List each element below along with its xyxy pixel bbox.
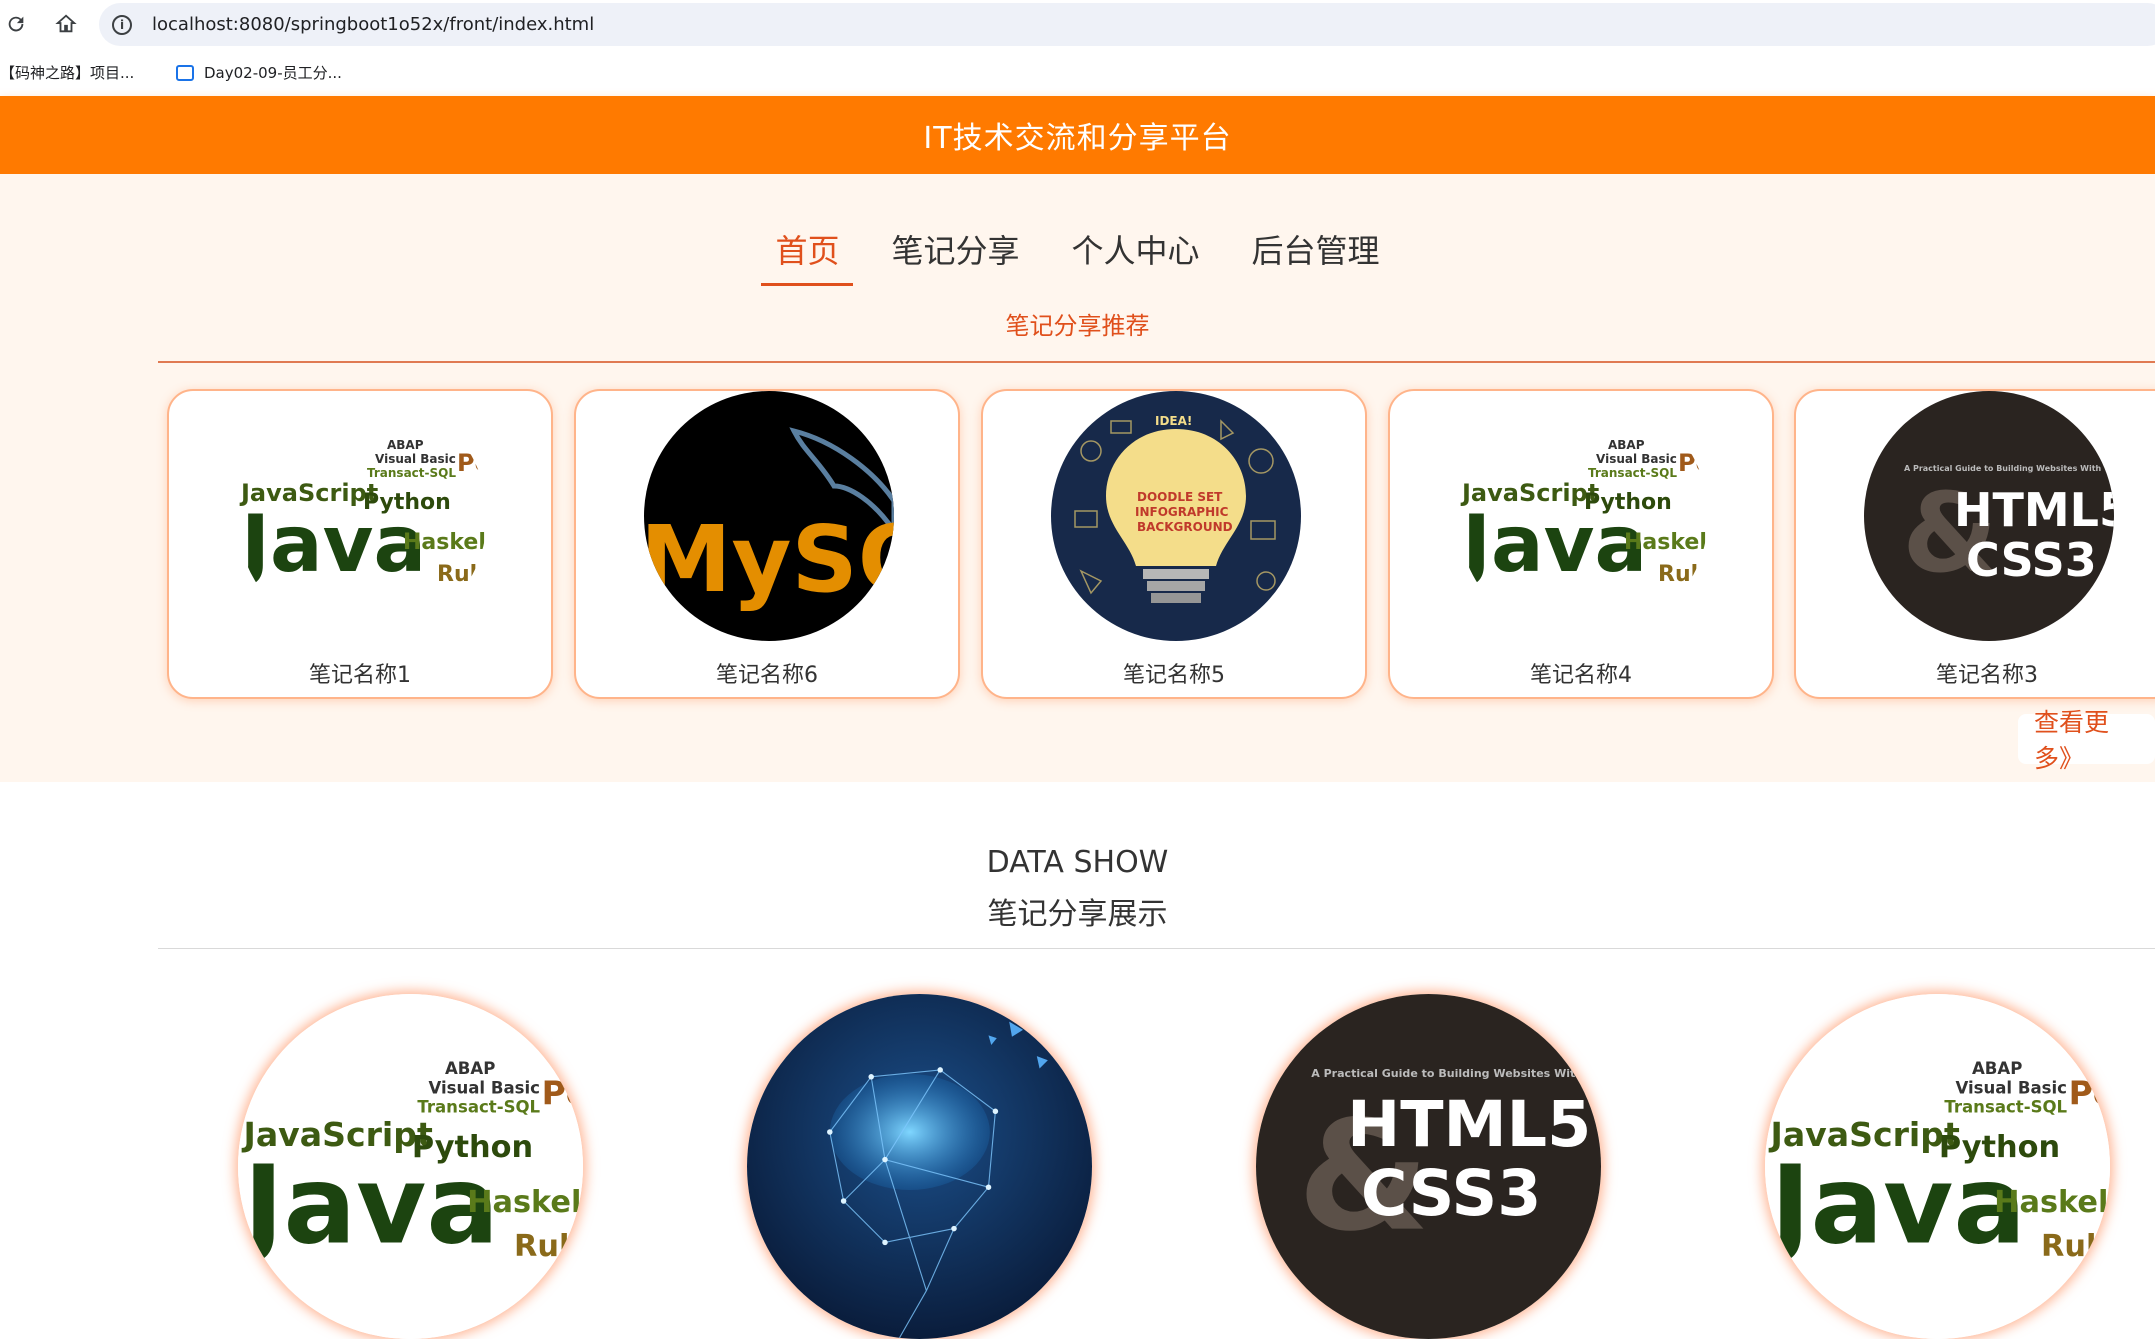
art-text: Perl (542, 1073, 583, 1112)
divider (158, 361, 2155, 363)
note-card-title: 笔记名称3 (1936, 663, 2038, 688)
note-card[interactable]: ABAP Visual Basic Transact-SQL JavaScrip… (1388, 389, 1774, 699)
recommend-section: 首页 笔记分享 个人中心 后台管理 笔记分享推荐 ABAP Visual Bas… (0, 174, 2155, 782)
bookmark-item[interactable]: Day02-09-员工分... (176, 62, 342, 83)
java-word-cloud-image: ABAP Visual Basic Transact-SQL JavaScrip… (1458, 391, 1708, 641)
art-text: Haskell (1994, 1185, 2110, 1220)
art-text: IDEA! (1155, 414, 1192, 428)
reload-icon[interactable] (2, 10, 30, 38)
browser-toolbar: i localhost:8080/springboot1o52x/front/i… (0, 0, 2155, 48)
note-card[interactable]: IDEA! DOODLE SET INFOGRAPHIC BACKGROUND … (981, 389, 1367, 699)
java-word-cloud-image: ABAP Visual Basic Transact-SQL JavaScrip… (237, 391, 487, 641)
art-text: HTML5 (1954, 483, 2114, 537)
recommend-title: 笔记分享推荐 (0, 312, 2155, 342)
art-text: INFOGRAPHIC (1135, 505, 1229, 519)
art-text: ABAP (445, 1059, 495, 1078)
art-text: Ruby (1658, 562, 1708, 587)
html5-css3-cover-image: A Practical Guide to Building Websites W… (1256, 994, 1601, 1339)
art-text: ABAP (387, 438, 424, 452)
note-card[interactable]: A Practical Guide to Building Websites W… (1794, 389, 2155, 699)
address-bar[interactable]: i localhost:8080/springboot1o52x/front/i… (99, 3, 2155, 46)
bookmark-item[interactable]: 【码神之路】项目... (0, 62, 134, 83)
note-card[interactable]: ABAP Visual Basic Transact-SQL JavaScrip… (167, 389, 553, 699)
art-text: CSS3 (1361, 1156, 1542, 1230)
note-card-title: 笔记名称1 (309, 663, 411, 688)
art-text: Haskell (403, 530, 487, 555)
bookmarks-bar: 【码神之路】项目... Day02-09-员工分... (0, 48, 2155, 96)
ai-brain-image (747, 994, 1092, 1339)
art-text: Haskell (467, 1185, 583, 1220)
recommend-title-text: 笔记分享推荐 (1005, 312, 1150, 340)
art-text: Transact-SQL (1944, 1098, 2067, 1117)
art-text: CSS3 (1966, 533, 2097, 587)
art-text: ABAP (1608, 438, 1645, 452)
art-text: Ruby (514, 1229, 583, 1264)
art-text: Visual Basic (428, 1078, 540, 1097)
art-text: BACKGROUND (1137, 520, 1233, 534)
mysql-logo-image: MySQL (644, 391, 894, 641)
tab-note-share[interactable]: 笔记分享 (877, 226, 1033, 286)
art-text: Perl (457, 449, 487, 477)
data-show-item[interactable] (747, 994, 1092, 1339)
art-text: Perl (2069, 1073, 2110, 1112)
art-text: Java (1458, 500, 1647, 590)
art-text: Transact-SQL (1588, 466, 1677, 480)
site-header: IT技术交流和分享平台 (0, 96, 2155, 174)
html5-css3-cover-image: A Practical Guide to Building Websites W… (1864, 391, 2114, 641)
bookmark-label: 【码神之路】项目... (0, 64, 135, 82)
note-card[interactable]: MySQL 笔记名称6 (574, 389, 960, 699)
art-text: Ruby (437, 562, 487, 587)
data-show-subtitle: 笔记分享展示 (987, 897, 1168, 932)
art-text: Transact-SQL (417, 1098, 540, 1117)
art-text: Java (238, 1143, 499, 1268)
art-text: Visual Basic (375, 452, 456, 466)
art-text: Transact-SQL (367, 466, 456, 480)
bilibili-icon (176, 64, 194, 81)
note-card-title: 笔记名称4 (1530, 663, 1632, 688)
tab-personal-center[interactable]: 个人中心 (1058, 226, 1214, 286)
site-title: IT技术交流和分享平台 (923, 121, 1232, 156)
art-text: ABAP (1972, 1059, 2022, 1078)
recommend-list: ABAP Visual Basic Transact-SQL JavaScrip… (0, 389, 2155, 701)
tab-admin[interactable]: 后台管理 (1238, 226, 1394, 286)
data-show-title: DATA SHOW (986, 845, 1169, 880)
java-word-cloud-image: ABAP Visual Basic Transact-SQL JavaScrip… (238, 994, 583, 1339)
home-icon[interactable] (52, 10, 80, 38)
art-text: Ruby (2041, 1229, 2110, 1264)
doodle-lightbulb-image: IDEA! DOODLE SET INFOGRAPHIC BACKGROUND (1051, 391, 1301, 641)
data-show-item[interactable]: ABAP Visual Basic Transact-SQL JavaScrip… (1765, 994, 2110, 1339)
art-text: MySQL (644, 506, 894, 613)
bookmark-label: Day02-09-员工分... (204, 64, 342, 82)
view-more-button[interactable]: 查看更多》 (2018, 708, 2155, 773)
note-card-title: 笔记名称5 (1123, 663, 1225, 688)
art-text: Haskell (1624, 530, 1708, 555)
art-text: Visual Basic (1955, 1078, 2067, 1097)
main-nav: 首页 笔记分享 个人中心 后台管理 (0, 226, 2155, 296)
art-text: Java (1765, 1143, 2026, 1268)
art-text: A Practical Guide to Building Websites W… (1311, 1067, 1583, 1080)
data-show-item[interactable]: A Practical Guide to Building Websites W… (1256, 994, 1601, 1339)
art-text: HTML5 (1347, 1087, 1591, 1161)
url-text: localhost:8080/springboot1o52x/front/ind… (152, 14, 595, 35)
site-info-icon[interactable]: i (112, 14, 132, 35)
art-text: DOODLE SET (1137, 490, 1223, 504)
note-card-title: 笔记名称6 (716, 663, 818, 688)
art-text: Perl (1678, 449, 1708, 477)
divider (158, 948, 2155, 949)
art-text: Java (237, 500, 426, 590)
data-show-item[interactable]: ABAP Visual Basic Transact-SQL JavaScrip… (238, 994, 583, 1339)
tab-home[interactable]: 首页 (761, 226, 854, 286)
art-text: Visual Basic (1596, 452, 1677, 466)
java-word-cloud-image: ABAP Visual Basic Transact-SQL JavaScrip… (1765, 994, 2110, 1339)
